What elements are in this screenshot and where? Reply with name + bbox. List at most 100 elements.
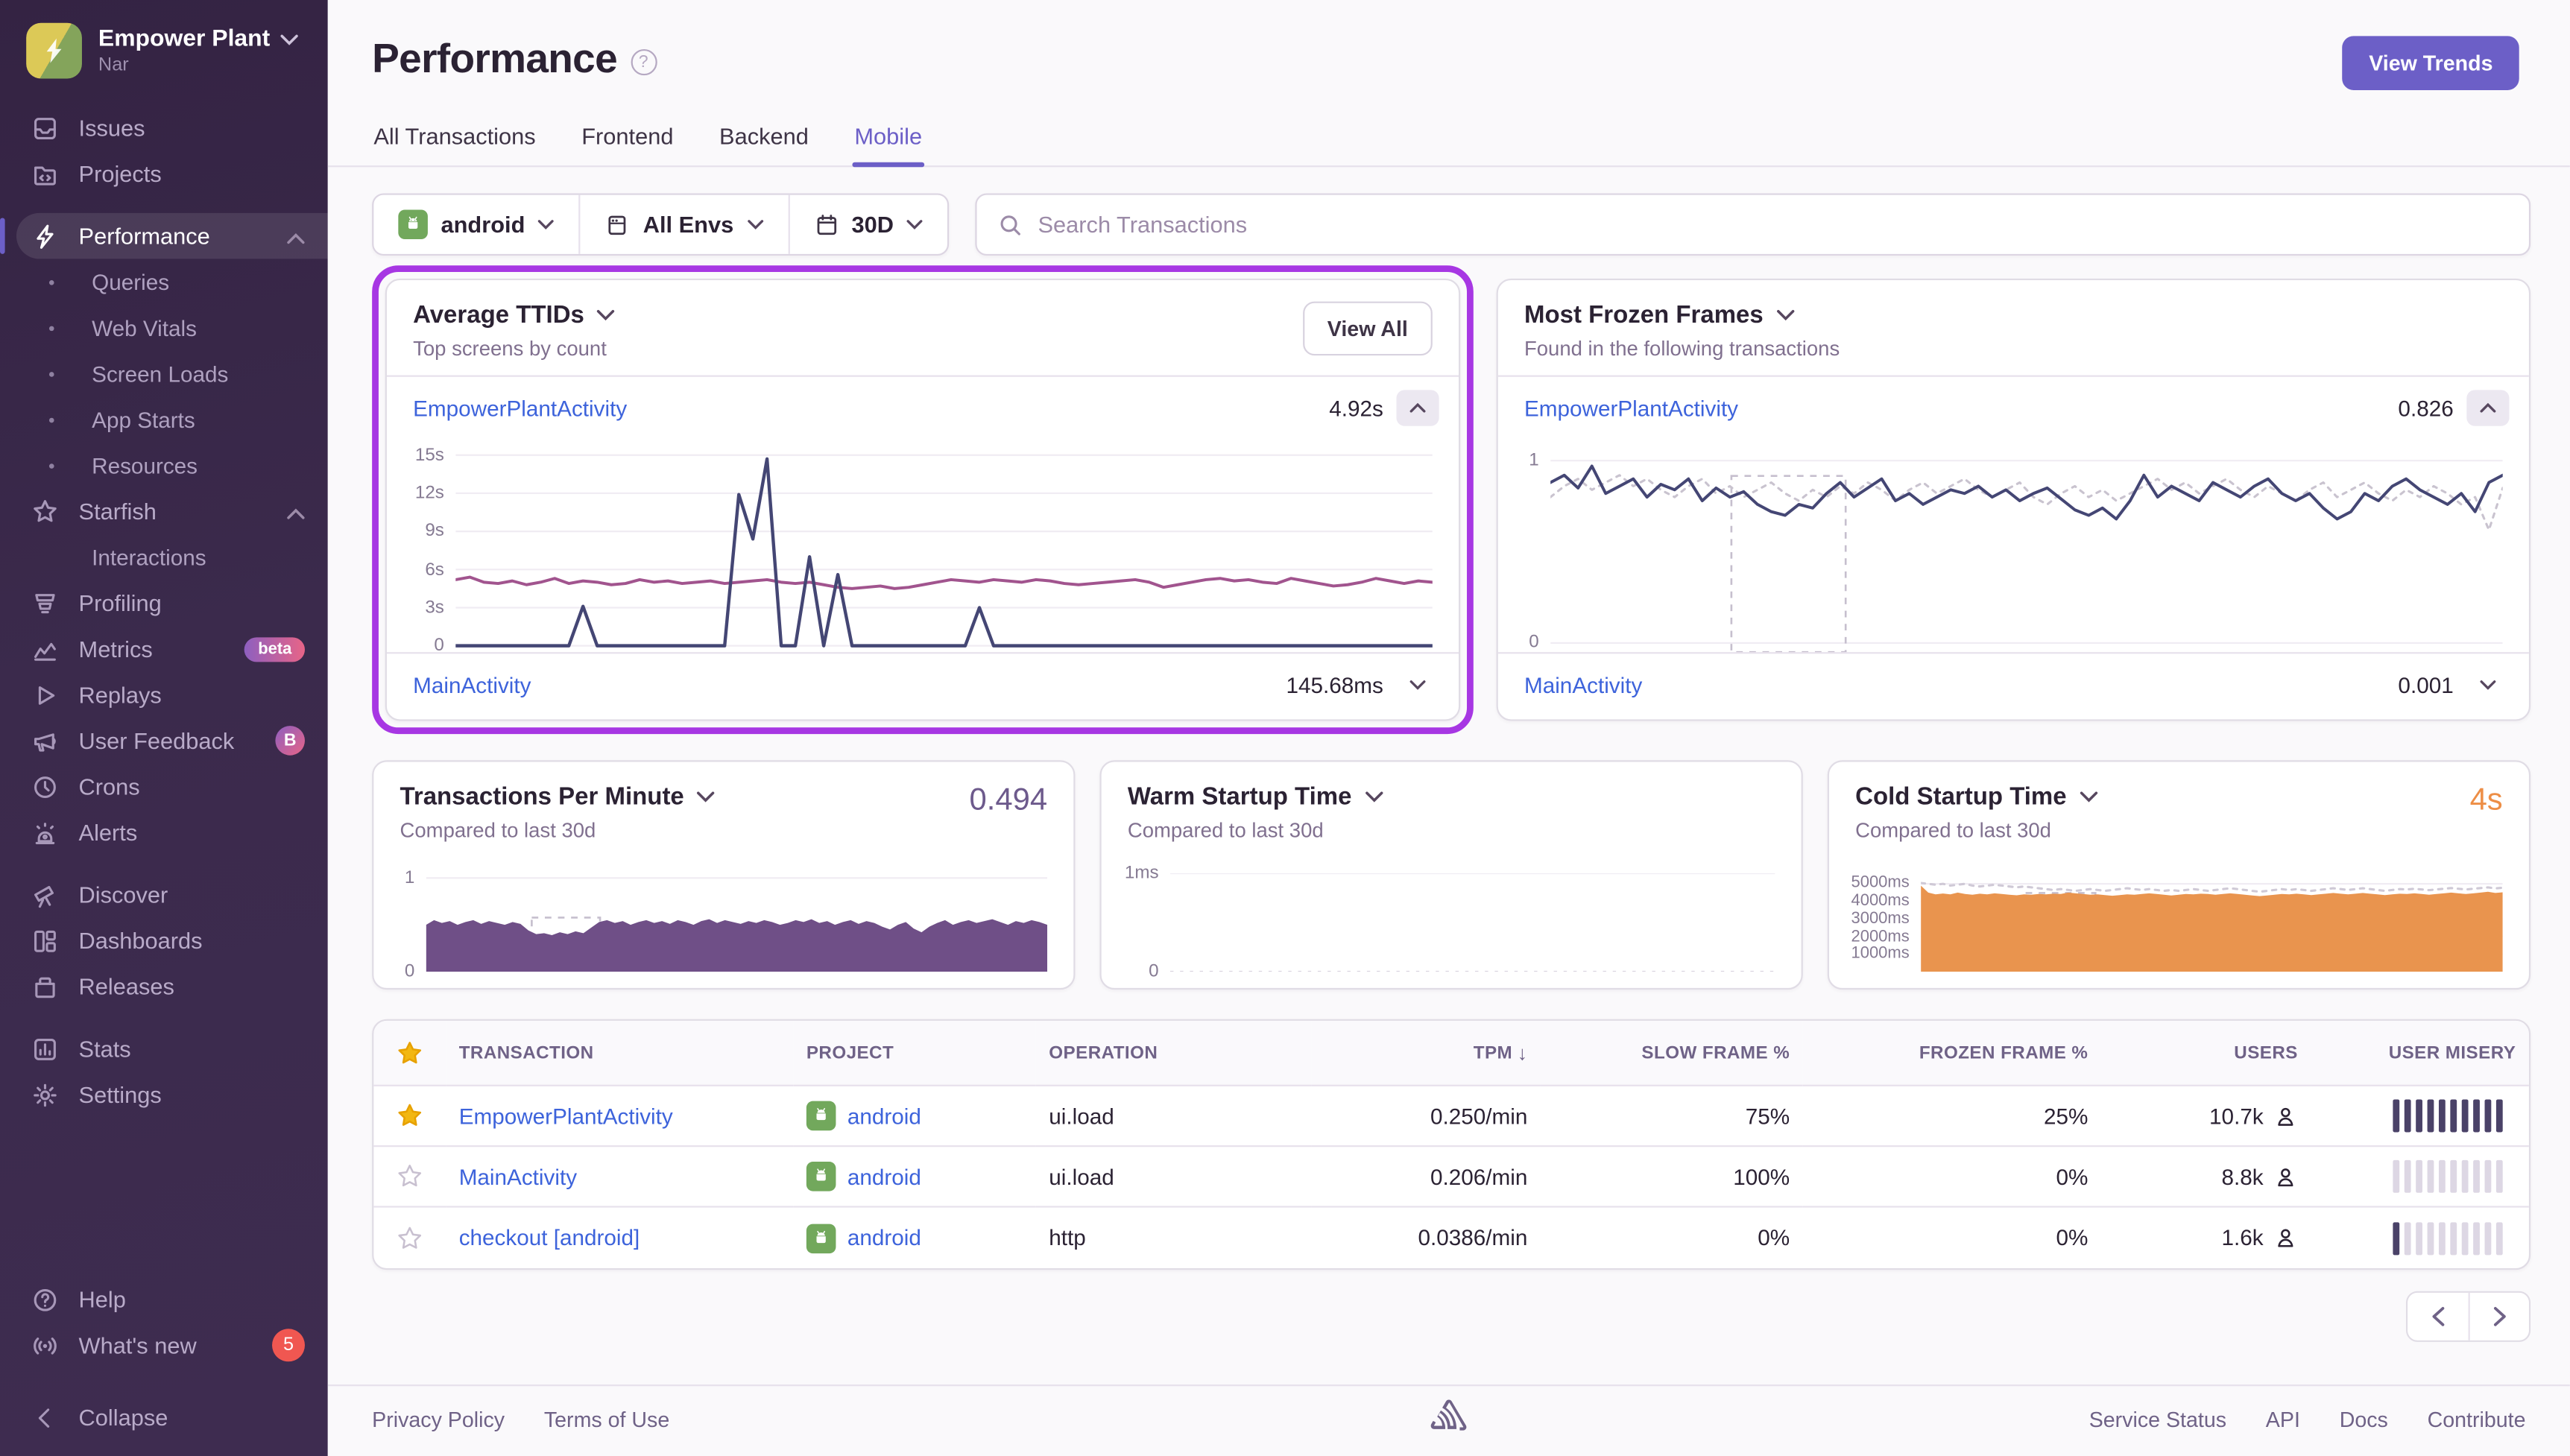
star-toggle[interactable] (397, 1163, 423, 1189)
transaction-link[interactable]: checkout [android] (459, 1226, 640, 1250)
releases-icon (30, 972, 60, 1000)
sidebar-item-discover[interactable]: Discover (0, 872, 328, 918)
project-link[interactable]: android (806, 1162, 921, 1191)
cell-operation: http (1036, 1208, 1311, 1268)
transaction-link[interactable]: EmpowerPlantActivity (1524, 396, 2385, 420)
expand-accordion-button[interactable] (2466, 667, 2509, 703)
transaction-link[interactable]: EmpowerPlantActivity (413, 396, 1316, 420)
sidebar-item-help[interactable]: Help (0, 1276, 328, 1323)
transaction-link[interactable]: MainActivity (1524, 673, 2385, 697)
chevron-down-icon (2480, 680, 2496, 690)
sidebar-item-label: Metrics (79, 636, 245, 662)
bullet-icon (49, 463, 54, 468)
widget-title[interactable]: Cold Startup Time (1855, 783, 2066, 811)
sidebar-item-starfish[interactable]: Starfish (0, 488, 328, 534)
org-switcher[interactable]: Empower Plant Nar (0, 0, 328, 98)
collapse-accordion-button[interactable] (1396, 390, 1439, 425)
column-header-tpm[interactable]: TPM↓ (1311, 1021, 1541, 1086)
cell-frozen-frame: 25% (1803, 1086, 2101, 1147)
footer-link-privacy-policy[interactable]: Privacy Policy (372, 1408, 505, 1432)
widget-row-2: Transactions Per Minute Compared to last… (328, 734, 2570, 990)
sidebar-item-app-starts[interactable]: App Starts (0, 396, 328, 443)
transaction-link[interactable]: EmpowerPlantActivity (459, 1104, 673, 1128)
sidebar-item-profiling[interactable]: Profiling (0, 580, 328, 626)
sidebar-item-alerts[interactable]: Alerts (0, 809, 328, 855)
sidebar-item-queries[interactable]: Queries (0, 259, 328, 305)
user-misery-bars (2393, 1160, 2516, 1193)
view-trends-button[interactable]: View Trends (2343, 36, 2519, 90)
column-header-operation[interactable]: OPERATION (1036, 1021, 1311, 1086)
chevron-down-icon (747, 220, 763, 230)
column-header-slow-frame[interactable]: SLOW FRAME % (1541, 1021, 1803, 1086)
column-header-star[interactable] (373, 1021, 446, 1086)
environment-filter[interactable]: All Envs (579, 195, 788, 254)
sidebar-item-replays[interactable]: Replays (0, 672, 328, 718)
tab-backend[interactable]: Backend (718, 113, 810, 165)
transaction-link[interactable]: MainActivity (459, 1164, 577, 1188)
environment-icon (605, 212, 630, 237)
sidebar-item-metrics[interactable]: Metricsbeta (0, 626, 328, 672)
previous-page-button[interactable] (2408, 1293, 2468, 1341)
project-link[interactable]: android (806, 1223, 921, 1253)
footer-link-contribute[interactable]: Contribute (2428, 1408, 2526, 1432)
widget-title[interactable]: Warm Startup Time (1128, 783, 1352, 811)
column-header-frozen-frame[interactable]: FROZEN FRAME % (1803, 1021, 2101, 1086)
ttid-chart: 15s12s9s6s3s0 (387, 439, 1459, 652)
next-page-button[interactable] (2469, 1293, 2529, 1341)
sentry-logo (1431, 1399, 1467, 1440)
sidebar-item-releases[interactable]: Releases (0, 963, 328, 1010)
collapse-accordion-button[interactable] (2466, 390, 2509, 425)
sidebar-item-resources[interactable]: Resources (0, 443, 328, 489)
sidebar-item-label: Discover (79, 881, 305, 908)
search-input[interactable] (1038, 212, 2508, 238)
sidebar-item-crons[interactable]: Crons (0, 764, 328, 810)
date-range-filter[interactable]: 30D (788, 195, 948, 254)
user-misery-bars (2393, 1221, 2516, 1254)
sidebar-item-label: Web Vitals (92, 315, 305, 340)
tab-mobile[interactable]: Mobile (853, 113, 924, 165)
sidebar-item-interactions[interactable]: Interactions (0, 534, 328, 580)
footer-link-api[interactable]: API (2266, 1408, 2300, 1432)
column-header-project[interactable]: PROJECT (793, 1021, 1035, 1086)
axis-tick-label: 0 (1529, 633, 1538, 653)
column-header-user-misery[interactable]: USER MISERY (2311, 1021, 2528, 1086)
warm-startup-chart: 1ms0 (1102, 873, 1802, 972)
sidebar-item-label: Interactions (92, 545, 305, 569)
expand-accordion-button[interactable] (1396, 667, 1439, 703)
sidebar-item-web-vitals[interactable]: Web Vitals (0, 305, 328, 351)
sidebar-nav: Issues Projects PerformanceQueries Web Vita… (0, 98, 328, 1118)
sidebar-item-projects[interactable]: Projects (0, 151, 328, 197)
sidebar-item-settings[interactable]: Settings (0, 1072, 328, 1118)
sidebar-item-user-feedback[interactable]: User FeedbackB (0, 718, 328, 764)
view-all-button[interactable]: View All (1303, 302, 1433, 356)
column-header-transaction[interactable]: TRANSACTION (446, 1021, 793, 1086)
footer-link-terms-of-use[interactable]: Terms of Use (544, 1408, 669, 1432)
star-toggle[interactable] (397, 1103, 423, 1129)
widget-title[interactable]: Average TTIDs (413, 302, 584, 329)
tab-frontend[interactable]: Frontend (580, 113, 675, 165)
help-icon[interactable]: ? (631, 49, 657, 75)
transaction-link[interactable]: MainActivity (413, 673, 1273, 697)
cell-star[interactable] (373, 1086, 446, 1147)
sidebar-item-screen-loads[interactable]: Screen Loads (0, 351, 328, 397)
footer-link-service-status[interactable]: Service Status (2089, 1408, 2226, 1432)
project-filter[interactable]: android (373, 195, 579, 254)
cell-star[interactable] (373, 1208, 446, 1268)
widget-title[interactable]: Transactions Per Minute (400, 783, 684, 811)
cell-star[interactable] (373, 1147, 446, 1207)
project-link[interactable]: android (806, 1101, 921, 1131)
column-header-users[interactable]: USERS (2101, 1021, 2311, 1086)
sidebar-item-collapse[interactable]: Collapse (0, 1394, 328, 1440)
star-toggle[interactable] (397, 1225, 423, 1251)
sidebar-item-label: Issues (79, 115, 305, 141)
footer-link-docs[interactable]: Docs (2340, 1408, 2388, 1432)
sidebar-item-label: Help (79, 1286, 305, 1312)
sidebar-item-stats[interactable]: Stats (0, 1026, 328, 1072)
widget-title[interactable]: Most Frozen Frames (1524, 302, 1764, 329)
sidebar-item-what-s-new[interactable]: What's new5 (0, 1323, 328, 1369)
axis-tick-label: 2000ms (1851, 928, 1909, 946)
sidebar-item-performance[interactable]: Performance (16, 213, 328, 259)
tab-all-transactions[interactable]: All Transactions (372, 113, 537, 165)
sidebar-item-issues[interactable]: Issues (0, 105, 328, 151)
sidebar-item-dashboards[interactable]: Dashboards (0, 917, 328, 963)
